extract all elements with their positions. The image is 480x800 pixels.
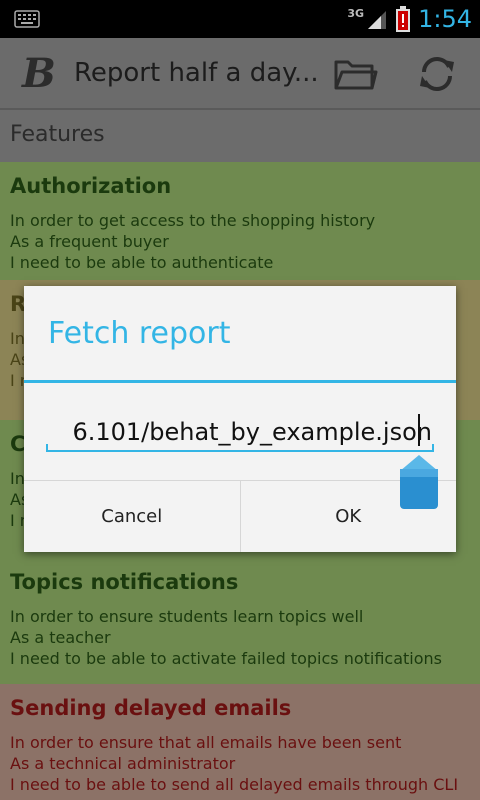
feature-line: In order to ensure that all emails have … — [10, 733, 402, 752]
text-cursor — [418, 414, 420, 446]
feature-line: As a frequent buyer — [10, 232, 169, 251]
feature-line: In order to get access to the shopping h… — [10, 211, 376, 230]
feature-title: Topics notifications — [10, 570, 239, 594]
action-bar: B Report half a day... — [0, 38, 480, 110]
feature-title: Sending delayed emails — [10, 696, 292, 720]
fetch-report-dialog: Fetch report Cancel OK — [24, 286, 456, 552]
battery-alert-icon — [396, 6, 411, 32]
status-bar: 3G 1:54 — [0, 0, 480, 38]
folder-icon[interactable] — [332, 52, 378, 96]
feature-item[interactable]: Sending delayed emails In order to ensur… — [0, 684, 480, 800]
app-logo-icon[interactable]: B — [22, 52, 62, 96]
feature-line: As a technical administrator — [10, 754, 236, 773]
feature-line: I need to be able to authenticate — [10, 253, 274, 272]
feature-item[interactable]: Authorization In order to get access to … — [0, 162, 480, 280]
cancel-button[interactable]: Cancel — [24, 481, 240, 552]
feature-line: I need to be able to activate failed top… — [10, 649, 442, 668]
feature-line: I need to be able to send all delayed em… — [10, 775, 459, 794]
text-selection-handle[interactable] — [398, 455, 440, 511]
feature-line: In order to ensure students learn topics… — [10, 607, 364, 626]
refresh-icon[interactable] — [414, 52, 460, 96]
input-underline — [46, 444, 434, 452]
feature-line: As a teacher — [10, 628, 111, 647]
dialog-title: Fetch report — [48, 316, 231, 351]
dialog-divider — [24, 380, 456, 383]
network-type-label: 3G — [347, 6, 365, 20]
feature-item[interactable]: Topics notifications In order to ensure … — [0, 558, 480, 684]
feature-title: Authorization — [10, 174, 172, 198]
signal-icon — [368, 11, 387, 29]
dialog-button-bar: Cancel OK — [24, 480, 456, 552]
section-header: Features — [0, 110, 480, 162]
status-clock: 1:54 — [418, 5, 472, 33]
keyboard-icon — [14, 10, 40, 28]
page-title: Report half a day... — [74, 58, 319, 88]
